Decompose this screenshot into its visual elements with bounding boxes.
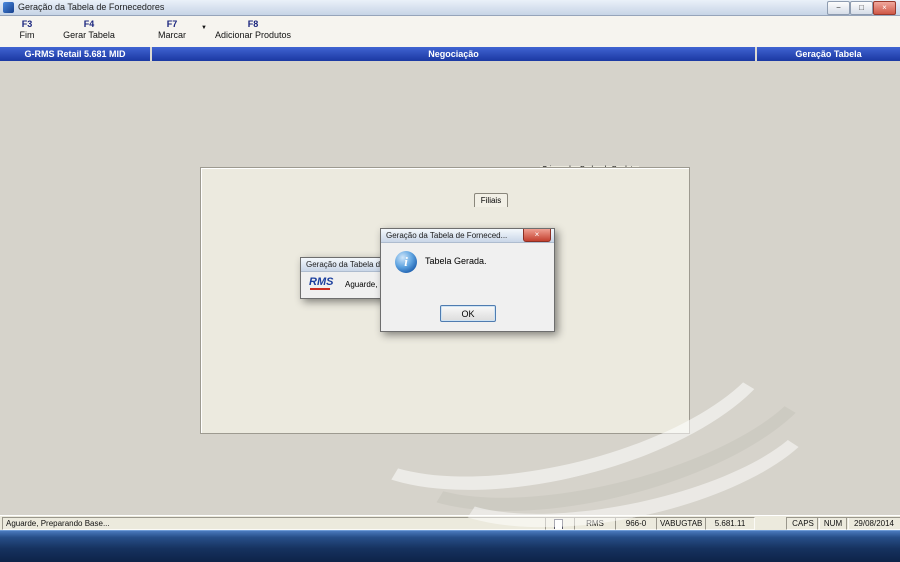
status-store: 966-0 bbox=[615, 517, 657, 530]
status-num: NUM bbox=[817, 517, 849, 530]
f4-key-label: F4 bbox=[83, 19, 95, 29]
app-version-segment: G-RMS Retail 5.681 MID bbox=[0, 47, 150, 61]
marcar-label: Marcar bbox=[157, 30, 186, 40]
app-header-bar: G-RMS Retail 5.681 MID Negociação Geraçã… bbox=[0, 47, 900, 61]
status-program: VABUGTAB bbox=[656, 517, 706, 530]
adicionar-produtos-label: Adicionar Produtos bbox=[214, 30, 292, 40]
document-icon bbox=[554, 519, 563, 529]
screen-segment: Geração Tabela bbox=[757, 47, 900, 61]
restore-button[interactable]: □ bbox=[850, 1, 873, 15]
f3-key-label: F3 bbox=[21, 19, 33, 29]
toolbar-item-fim[interactable]: F3 Fim bbox=[6, 19, 48, 40]
dialog-close-button[interactable]: × bbox=[523, 229, 551, 242]
status-ca: CAPS bbox=[786, 517, 820, 530]
function-toolbar: F3 Fim F4 Gerar Tabela F7 Marcar ▼ F8 Ad… bbox=[0, 16, 900, 48]
gerar-tabela-label: Gerar Tabela bbox=[63, 30, 115, 40]
tab-filiais[interactable]: Filiais bbox=[474, 193, 508, 207]
title-bar: Geração da Tabela de Fornecedores − □ × bbox=[0, 0, 900, 16]
status-date: 29/08/2014 bbox=[846, 517, 900, 530]
tabela-gerada-dialog: Geração da Tabela de Forneced... × i Tab… bbox=[380, 228, 555, 332]
app-icon bbox=[3, 2, 14, 13]
status-app: RMS bbox=[574, 517, 616, 530]
toolbar-item-marcar[interactable]: F7 Marcar bbox=[146, 19, 198, 40]
close-button[interactable]: × bbox=[873, 1, 896, 15]
rms-logo-underline bbox=[310, 288, 330, 290]
taskbar: ⊞ e ▶ O L co W + FMS FMS PT ▲ ⚑ 09:12 29… bbox=[0, 530, 900, 562]
minimize-button[interactable]: − bbox=[827, 1, 850, 15]
status-bar: Aguarde, Preparando Base... RMS 966-0 VA… bbox=[0, 515, 900, 531]
toolbar-item-adicionar-produtos[interactable]: F8 Adicionar Produtos bbox=[210, 19, 296, 40]
marcar-dropdown-arrow[interactable]: ▼ bbox=[201, 25, 207, 31]
rms-logo: RMS bbox=[309, 276, 334, 288]
application-window: Geração da Tabela de Fornecedores − □ × … bbox=[0, 0, 900, 562]
status-version: 5.681.11 bbox=[705, 517, 755, 530]
toolbar-item-gerar-tabela[interactable]: F4 Gerar Tabela bbox=[54, 19, 124, 40]
status-doc-cell bbox=[545, 517, 575, 530]
f8-key-label: F8 bbox=[247, 19, 259, 29]
f7-key-label: F7 bbox=[166, 19, 178, 29]
dialog-message: Tabela Gerada. bbox=[425, 256, 487, 266]
info-icon: i bbox=[395, 251, 417, 273]
module-segment: Negociação bbox=[152, 47, 755, 61]
status-message: Aguarde, Preparando Base... bbox=[2, 517, 546, 530]
fim-label: Fim bbox=[19, 30, 35, 40]
window-title: Geração da Tabela de Fornecedores bbox=[18, 2, 165, 12]
ok-button[interactable]: OK bbox=[440, 305, 496, 322]
